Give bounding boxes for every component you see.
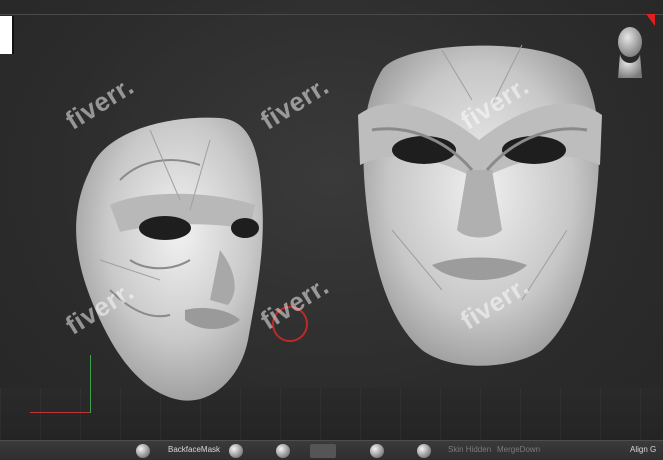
align-button[interactable]: Align G	[630, 445, 656, 454]
backface-mask-button[interactable]: BackfaceMask	[168, 445, 220, 454]
mask-model-side-view[interactable]	[50, 110, 290, 410]
sphere-icon[interactable]	[417, 444, 431, 458]
sphere-icon[interactable]	[229, 444, 243, 458]
sphere-icon[interactable]	[370, 444, 384, 458]
material-tile[interactable]	[310, 444, 336, 458]
side-tray-tab[interactable]	[0, 16, 14, 54]
sphere-icon[interactable]	[276, 444, 290, 458]
3d-viewport[interactable]: fiverr. fiverr. fiverr. fiverr. fiverr. …	[0, 0, 663, 440]
watermark: fiverr.	[255, 70, 334, 136]
viewport-top-border	[0, 14, 663, 15]
axis-x-line	[30, 412, 90, 413]
merge-down-button[interactable]: MergeDown	[497, 445, 540, 454]
indicator-icon	[646, 14, 655, 26]
sphere-icon[interactable]	[136, 444, 150, 458]
head-icon[interactable]	[612, 24, 648, 80]
axis-y-line	[90, 355, 91, 413]
bottom-toolbar: BackfaceMask Skin Hidden MergeDown Align…	[0, 440, 663, 460]
skin-hidden-button[interactable]: Skin Hidden	[448, 445, 491, 454]
